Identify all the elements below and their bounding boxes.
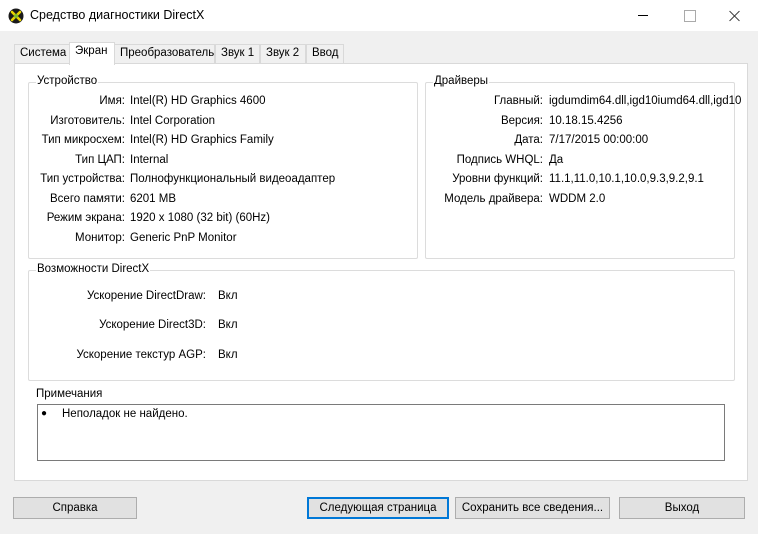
device-type-value: Полнофункциональный видеоадаптер <box>130 173 336 185</box>
main-driver-value: igdumdim64.dll,igd10iumd64.dll,igd10 <box>549 95 742 107</box>
drivers-group-title: Драйверы <box>433 75 490 87</box>
direct3d-label: Ускорение Direct3D: <box>99 319 206 331</box>
note-item: Неполадок не найдено. <box>62 408 188 420</box>
tab-sound-1[interactable]: Звук 1 <box>215 44 260 64</box>
directx-features-group: Возможности DirectX Ускорение DirectDraw… <box>28 263 735 381</box>
total-memory-label: Всего памяти: <box>50 193 125 205</box>
bullet-icon: ● <box>41 408 48 419</box>
device-name-label: Имя: <box>99 95 125 107</box>
device-group-title: Устройство <box>36 75 99 87</box>
tab-sound-2[interactable]: Звук 2 <box>260 44 306 64</box>
version-label: Версия: <box>500 115 543 127</box>
driver-model-label: Модель драйвера: <box>444 193 543 205</box>
chip-type-label: Тип микросхем: <box>41 134 125 146</box>
window-title: Средство диагностики DirectX <box>30 8 205 22</box>
agp-texture-label: Ускорение текстур AGP: <box>76 349 206 361</box>
minimize-button[interactable] <box>620 0 666 31</box>
device-group: Устройство Имя: Intel(R) HD Graphics 460… <box>28 75 418 259</box>
directdraw-label: Ускорение DirectDraw: <box>86 290 206 302</box>
notes-textbox[interactable]: ● Неполадок не найдено. <box>37 404 725 461</box>
title-bar: Средство диагностики DirectX <box>0 0 758 31</box>
manufacturer-label: Изготовитель: <box>50 115 125 127</box>
tab-input[interactable]: Ввод <box>306 44 344 64</box>
directdraw-value: Вкл <box>218 290 238 302</box>
feature-levels-label: Уровни функций: <box>452 173 543 185</box>
display-mode-value: 1920 x 1080 (32 bit) (60Hz) <box>130 212 270 224</box>
whql-label: Подпись WHQL: <box>456 154 543 166</box>
whql-value: Да <box>549 154 564 166</box>
manufacturer-value: Intel Corporation <box>130 115 216 127</box>
tab-display[interactable]: Экран <box>69 42 115 65</box>
next-page-button[interactable]: Следующая страница <box>307 497 449 519</box>
total-memory-value: 6201 MB <box>130 193 177 205</box>
display-tab-panel: Устройство Имя: Intel(R) HD Graphics 460… <box>14 63 748 481</box>
help-button[interactable]: Справка <box>13 497 137 519</box>
directx-features-title: Возможности DirectX <box>36 263 151 275</box>
display-mode-label: Режим экрана: <box>46 212 125 224</box>
save-all-button[interactable]: Сохранить все сведения... <box>455 497 610 519</box>
drivers-group: Драйверы Главный: igdumdim64.dll,igd10iu… <box>425 75 741 259</box>
tab-render[interactable]: Преобразователь <box>114 44 215 64</box>
direct3d-value: Вкл <box>218 319 238 331</box>
date-value: 7/17/2015 00:00:00 <box>549 134 649 146</box>
date-label: Дата: <box>514 134 543 146</box>
dac-type-label: Тип ЦАП: <box>75 154 125 166</box>
directx-icon <box>8 8 24 24</box>
maximize-button[interactable] <box>666 0 712 31</box>
agp-texture-value: Вкл <box>218 349 238 361</box>
monitor-label: Монитор: <box>74 232 125 244</box>
device-type-label: Тип устройства: <box>40 173 125 185</box>
notes-title: Примечания <box>35 388 104 400</box>
driver-model-value: WDDM 2.0 <box>549 193 606 205</box>
close-button[interactable] <box>712 0 758 31</box>
exit-button[interactable]: Выход <box>619 497 745 519</box>
tab-system[interactable]: Система <box>14 44 70 64</box>
version-value: 10.18.15.4256 <box>549 115 623 127</box>
dac-type-value: Internal <box>130 154 169 166</box>
monitor-value: Generic PnP Monitor <box>130 232 237 244</box>
feature-levels-value: 11.1,11.0,10.1,10.0,9.3,9.2,9.1 <box>549 173 704 185</box>
chip-type-value: Intel(R) HD Graphics Family <box>130 134 274 146</box>
device-name-value: Intel(R) HD Graphics 4600 <box>130 95 266 107</box>
main-driver-label: Главный: <box>493 95 543 107</box>
